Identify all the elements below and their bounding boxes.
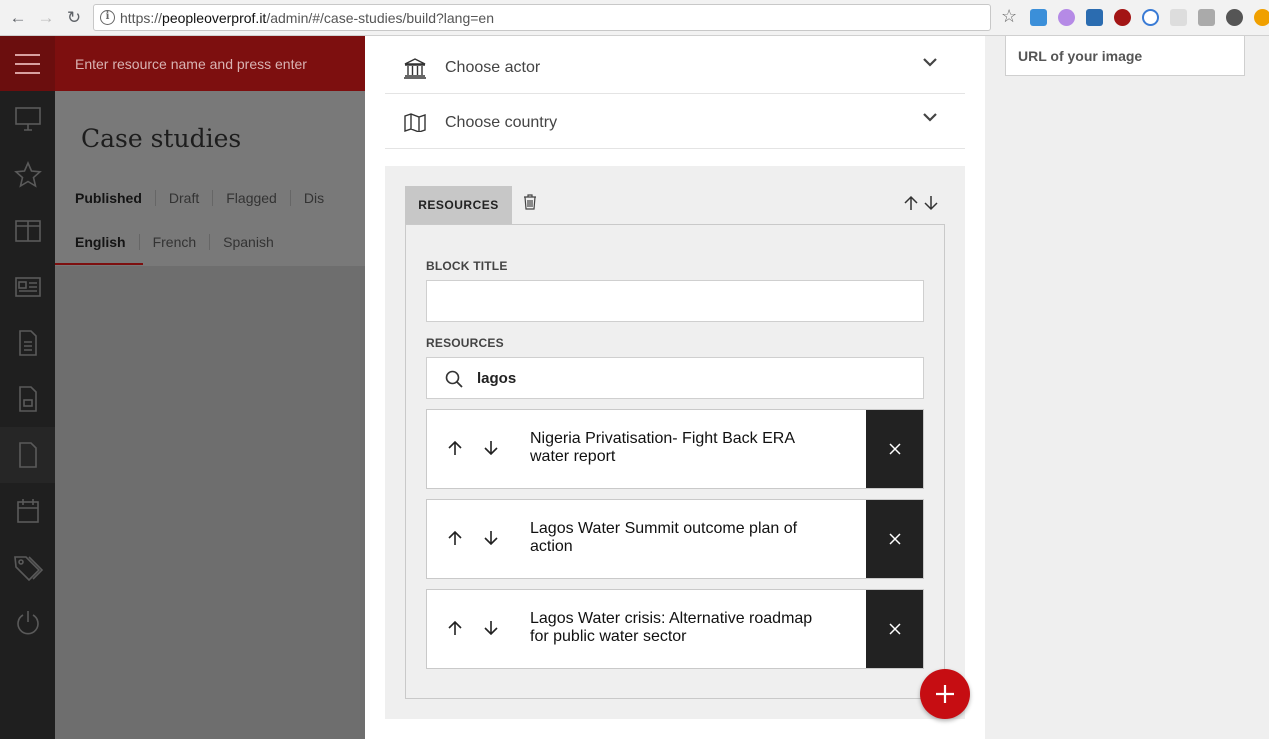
resources-block: RESOURCES BLOCK TITLE RESOURCES lagos Ni… [385, 166, 965, 719]
reload-icon[interactable]: ↻ [63, 7, 85, 29]
resource-item: Lagos Water crisis: Alternative roadmap … [426, 589, 924, 669]
background-page: Case studies Published Draft Flagged Dis En… [55, 91, 365, 739]
tab-draft[interactable]: Draft [169, 190, 214, 206]
right-panel: URL of your image [985, 36, 1269, 739]
country-select-label: Choose country [445, 114, 558, 131]
tags-icon[interactable] [0, 539, 55, 595]
extension-icon[interactable] [1142, 9, 1159, 26]
power-icon[interactable] [0, 595, 55, 651]
newspaper-icon[interactable] [0, 259, 55, 315]
arrow-up-icon[interactable] [447, 440, 463, 456]
tab-french[interactable]: French [153, 234, 211, 250]
arrow-up-icon[interactable] [447, 530, 463, 546]
resources-search-value: lagos [477, 370, 517, 387]
tab-discarded[interactable]: Dis [304, 190, 337, 206]
document-icon[interactable] [0, 315, 55, 371]
search-icon [445, 370, 463, 388]
case-file-icon[interactable] [0, 371, 55, 427]
info-icon[interactable]: i [100, 10, 115, 25]
image-url-placeholder: URL of your image [1018, 48, 1143, 64]
chevron-down-icon [923, 58, 937, 67]
arrow-down-icon[interactable] [483, 440, 499, 456]
arrow-down-icon[interactable] [483, 620, 499, 636]
case-study-editor: Choose actor Choose country RESOURCES BL… [365, 36, 985, 739]
institution-icon [404, 58, 426, 79]
image-url-input[interactable]: URL of your image [1005, 36, 1245, 76]
resources-block-tab[interactable]: RESOURCES [405, 186, 512, 224]
chevron-down-icon [923, 113, 937, 122]
monitor-icon[interactable] [0, 91, 55, 147]
arrow-down-icon[interactable] [923, 195, 939, 211]
resource-item-title: Lagos Water Summit outcome plan of actio… [530, 520, 798, 555]
extension-icon[interactable] [1198, 9, 1215, 26]
tab-flagged[interactable]: Flagged [226, 190, 291, 206]
resource-item-title: Lagos Water crisis: Alternative roadmap … [530, 610, 813, 645]
resources-search-input[interactable]: lagos [426, 357, 924, 399]
star-icon[interactable] [0, 147, 55, 203]
columns-icon[interactable] [0, 203, 55, 259]
arrow-down-icon[interactable] [483, 530, 499, 546]
resources-label: RESOURCES [426, 336, 504, 350]
actor-select-label: Choose actor [445, 59, 541, 76]
extension-icon[interactable] [1030, 9, 1047, 26]
extension-icon[interactable] [1170, 9, 1187, 26]
url-text: https://peopleoverprof.it/admin/#/case-s… [120, 10, 494, 26]
arrow-up-icon[interactable] [447, 620, 463, 636]
resource-item: Nigeria Privatisation- Fight Back ERA wa… [426, 409, 924, 489]
back-icon[interactable]: ← [7, 7, 29, 29]
close-icon [888, 533, 901, 545]
trash-icon[interactable] [523, 194, 537, 210]
status-tabs: Published Draft Flagged Dis [75, 190, 350, 206]
plus-icon [936, 685, 954, 703]
add-block-button[interactable] [920, 669, 970, 719]
extension-icon[interactable] [1086, 9, 1103, 26]
bookmark-star-icon[interactable]: ☆ [1001, 6, 1017, 27]
arrow-up-icon[interactable] [903, 195, 919, 211]
active-tab-indicator [55, 263, 143, 265]
tab-english[interactable]: English [75, 234, 140, 250]
block-move-controls [903, 195, 939, 216]
actor-select[interactable]: Choose actor [385, 39, 965, 94]
remove-resource-button[interactable] [866, 500, 923, 578]
page-header: Case studies Published Draft Flagged Dis En… [55, 91, 365, 266]
resource-search-placeholder: Enter resource name and press enter [75, 56, 307, 72]
resource-item-title: Nigeria Privatisation- Fight Back ERA wa… [530, 430, 795, 465]
calendar-icon[interactable] [0, 483, 55, 539]
icon-sidebar [0, 36, 55, 739]
address-bar[interactable]: i https://peopleoverprof.it/admin/#/case… [93, 4, 991, 31]
ublock-icon[interactable] [1114, 9, 1131, 26]
page-icon[interactable] [0, 427, 55, 483]
country-select[interactable]: Choose country [385, 94, 965, 149]
remove-resource-button[interactable] [866, 410, 923, 488]
close-icon [888, 443, 901, 455]
menu-icon[interactable] [0, 36, 55, 91]
browser-toolbar: ← → ↻ i https://peopleoverprof.it/admin/… [0, 0, 1269, 36]
resources-block-body: BLOCK TITLE RESOURCES lagos Nigeria Priv… [405, 224, 945, 699]
page-title: Case studies [81, 124, 242, 153]
language-tabs: English French Spanish [75, 234, 300, 250]
tab-published[interactable]: Published [75, 190, 156, 206]
block-title-input[interactable] [426, 280, 924, 322]
extension-icon[interactable] [1058, 9, 1075, 26]
forward-icon[interactable]: → [35, 7, 57, 29]
resource-search-bar[interactable]: Enter resource name and press enter [55, 36, 365, 91]
extension-icon[interactable] [1226, 9, 1243, 26]
resource-item: Lagos Water Summit outcome plan of actio… [426, 499, 924, 579]
block-title-label: BLOCK TITLE [426, 259, 508, 273]
close-icon [888, 623, 901, 635]
remove-resource-button[interactable] [866, 590, 923, 668]
alert-icon[interactable] [1254, 9, 1269, 26]
map-icon [404, 113, 426, 132]
tab-spanish[interactable]: Spanish [223, 234, 287, 250]
